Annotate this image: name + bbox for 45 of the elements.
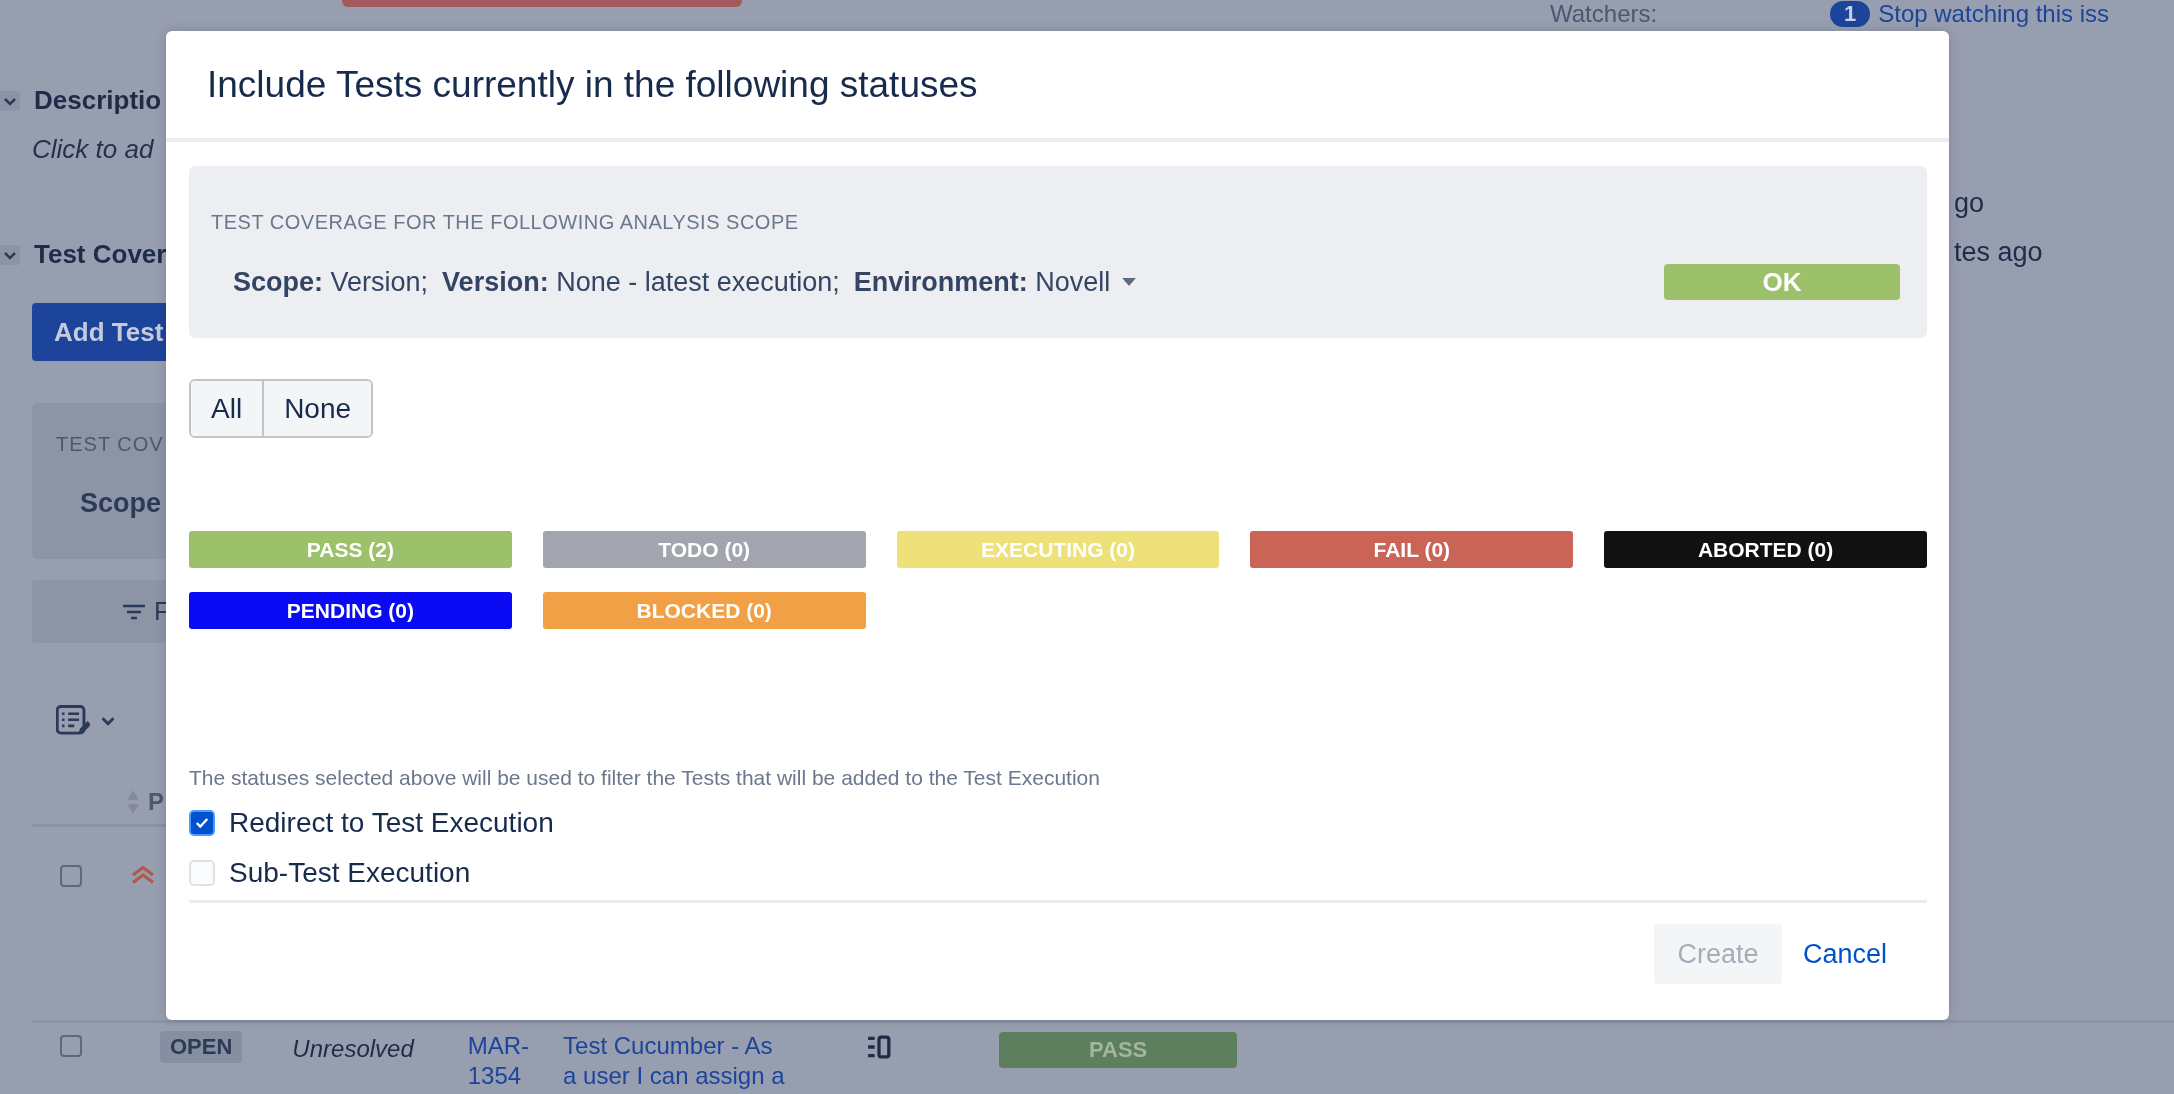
scope-field: Version: None - latest execution;	[442, 266, 840, 298]
scope-heading: TEST COVERAGE FOR THE FOLLOWING ANALYSIS SCOPE	[211, 211, 800, 234]
list-edit-icon[interactable]	[56, 705, 90, 737]
cancel-link[interactable]: Cancel	[1802, 938, 1887, 970]
row-checkbox[interactable]	[60, 865, 82, 887]
help-text: The statuses selected above will be used to filter the Tests that will be added to the Test Execution	[189, 766, 1101, 790]
scope-field: Scope: Version;	[233, 266, 429, 298]
section-title: Test Cover	[34, 239, 167, 270]
check-icon	[195, 817, 209, 829]
row-checkbox[interactable]	[60, 1035, 82, 1057]
checkbox[interactable]	[189, 810, 215, 836]
status-toggle[interactable]: TODO (0)	[542, 531, 866, 568]
issue-summary-link[interactable]: Test Cucumber - As a user I can assign a	[563, 1031, 834, 1091]
watchers-count: 1	[1830, 1, 1871, 27]
checkbox-label[interactable]: Redirect to Test Execution	[229, 807, 554, 839]
stop-watching-link[interactable]: Stop watching this iss	[1878, 0, 2110, 28]
ok-button[interactable]: OK	[1664, 264, 1900, 300]
section-title: Descriptio	[34, 85, 162, 116]
activity-time: tes ago	[1954, 237, 2043, 268]
status-toggle[interactable]: FAIL (0)	[1250, 531, 1574, 568]
caret-icon[interactable]	[1122, 278, 1137, 286]
status-toggle[interactable]: PENDING (0)	[189, 592, 512, 629]
checkbox-label[interactable]: Sub-Test Execution	[229, 857, 471, 889]
status-toggle[interactable]: PASS (2)	[189, 531, 512, 568]
resolution: Unresolved	[292, 1035, 414, 1063]
test-type-icon	[867, 1035, 892, 1059]
filter-icon	[122, 603, 146, 620]
chevron-down-icon[interactable]	[100, 715, 116, 727]
select-toggle-button[interactable]: All	[191, 381, 263, 436]
scope-field: Environment: Novell	[853, 266, 1111, 298]
scope-label: Scope	[79, 488, 163, 519]
test-status-tag: PASS	[999, 1032, 1238, 1068]
select-toggle-button[interactable]: None	[262, 381, 372, 436]
chevron-down-icon[interactable]	[0, 90, 20, 111]
chevron-down-icon[interactable]	[0, 244, 20, 265]
watchers-label: Watchers:	[1550, 0, 1659, 28]
coverage-heading: TEST COV	[56, 433, 165, 456]
activity-time: go	[1954, 188, 1985, 219]
column-header[interactable]: P	[148, 788, 164, 816]
issue-key-link[interactable]: MAR- 1354	[467, 1031, 530, 1091]
priority-highest-icon	[130, 865, 156, 885]
dialog-title: Include Tests currently in the following statuses	[207, 63, 978, 106]
issue-status: OPEN	[160, 1031, 243, 1063]
status-toggle[interactable]: BLOCKED (0)	[542, 592, 866, 629]
status-toggle[interactable]: ABORTED (0)	[1604, 531, 1927, 568]
